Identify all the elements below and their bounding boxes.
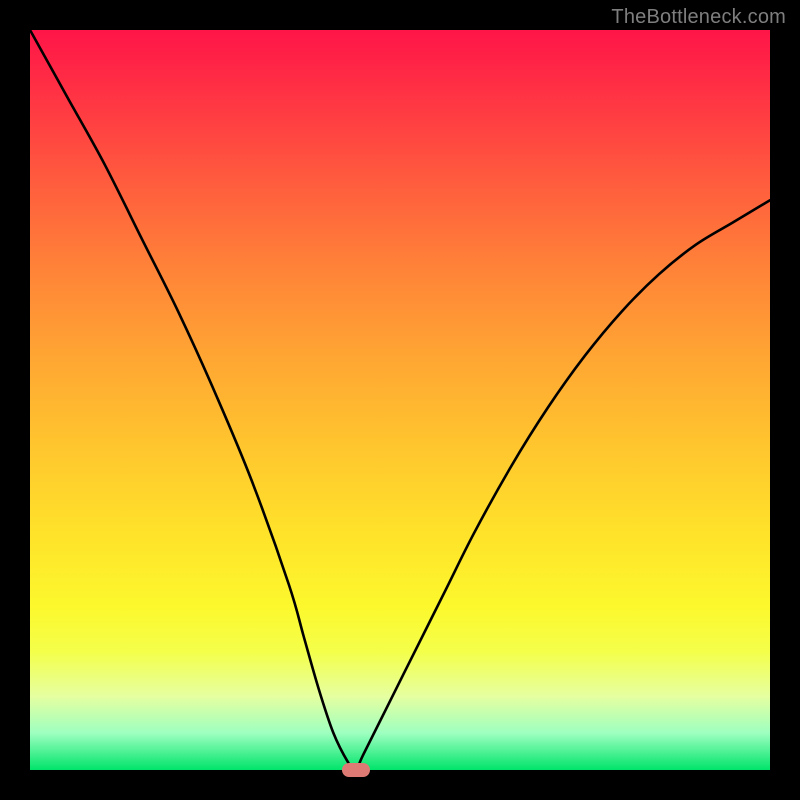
chart-frame: TheBottleneck.com [0,0,800,800]
plot-area [30,30,770,770]
bottleneck-curve [30,30,770,770]
watermark-text: TheBottleneck.com [611,6,786,29]
optimum-marker [342,763,370,777]
